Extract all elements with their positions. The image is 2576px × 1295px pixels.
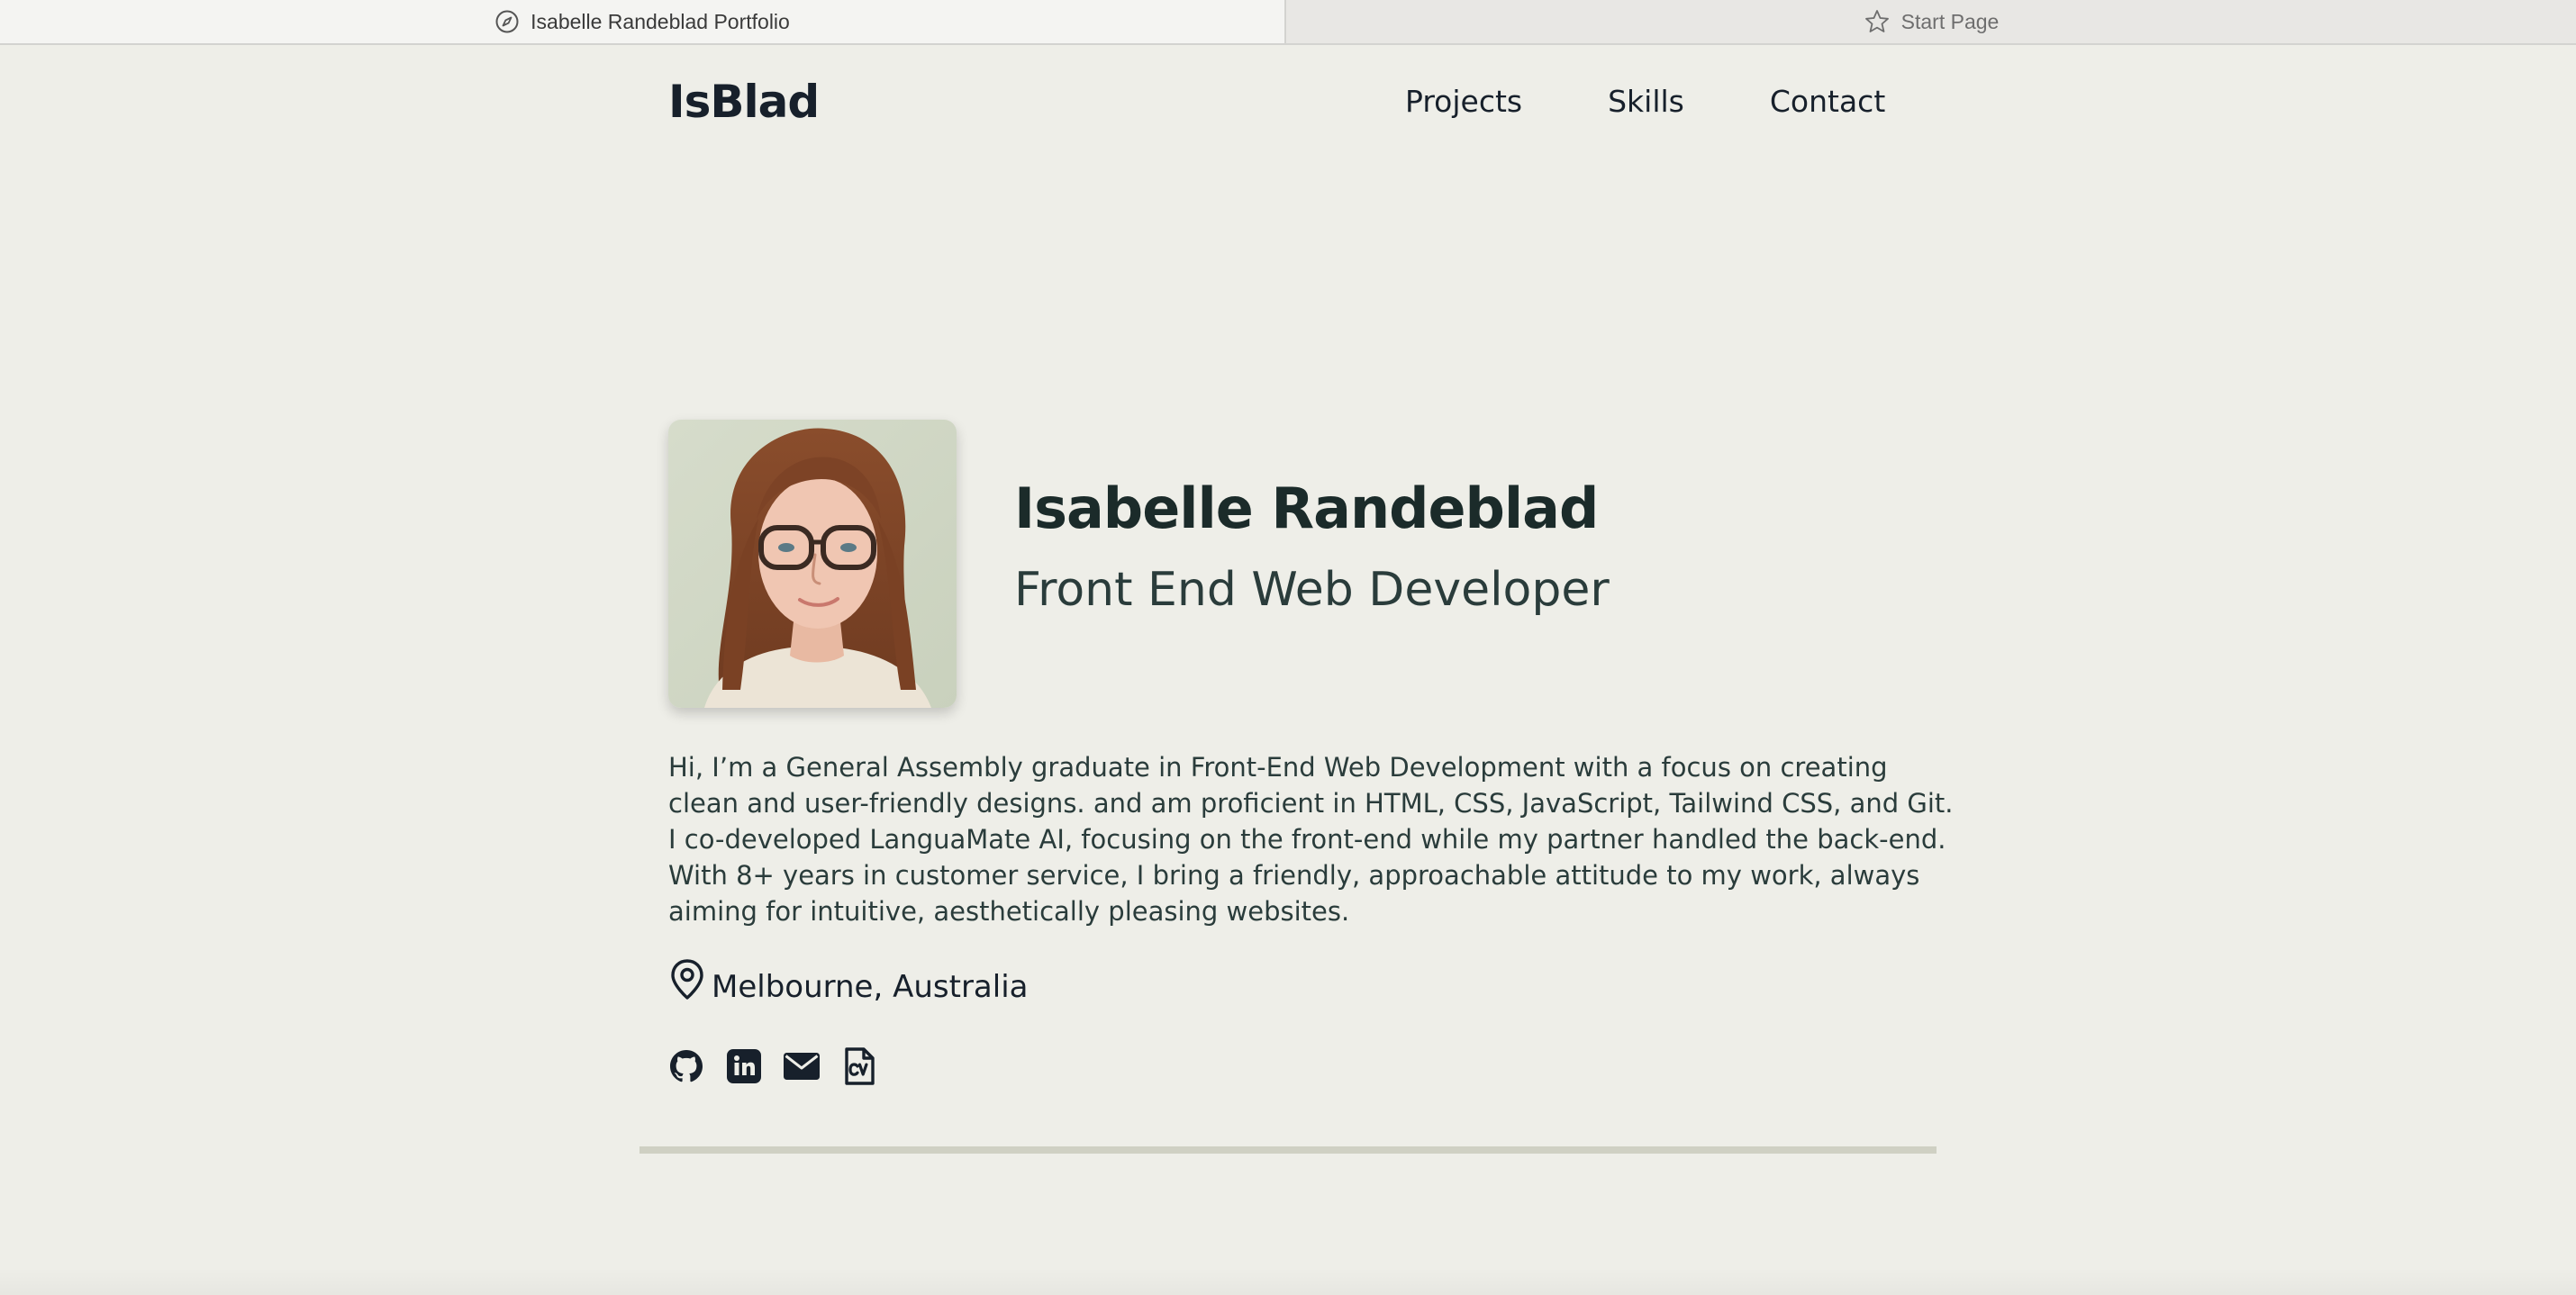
bio-line: With 8+ years in customer service, I bri… bbox=[668, 860, 1920, 891]
browser-tab-bar: Isabelle Randeblad Portfolio Start Page bbox=[0, 0, 2576, 45]
star-icon bbox=[1864, 8, 1891, 35]
map-pin-icon bbox=[668, 958, 706, 1005]
location-text: Melbourne, Australia bbox=[712, 969, 1029, 1005]
hero-bio: Hi, I’m a General Assembly graduate in F… bbox=[668, 749, 1954, 929]
tab-title: Start Page bbox=[1900, 9, 2000, 33]
tab-portfolio[interactable]: Isabelle Randeblad Portfolio bbox=[0, 0, 1286, 43]
nav-link-skills[interactable]: Skills bbox=[1608, 77, 1684, 127]
profile-photo bbox=[668, 420, 957, 708]
tab-title: Isabelle Randeblad Portfolio bbox=[531, 9, 790, 33]
email-icon bbox=[782, 1050, 821, 1082]
email-link[interactable] bbox=[784, 1047, 820, 1085]
compass-icon bbox=[494, 9, 520, 34]
cv-download-link[interactable] bbox=[841, 1047, 877, 1085]
nav-link-projects[interactable]: Projects bbox=[1405, 77, 1522, 127]
main-nav: Projects Skills Contact bbox=[1405, 77, 1885, 127]
github-link[interactable] bbox=[668, 1047, 704, 1085]
cv-file-icon bbox=[843, 1046, 875, 1086]
github-icon bbox=[667, 1047, 705, 1085]
site-logo[interactable]: IsBlad bbox=[668, 72, 820, 131]
hero-role: Front End Web Developer bbox=[1014, 563, 1610, 617]
bio-line: Hi, I’m a General Assembly graduate in F… bbox=[668, 752, 1888, 783]
location: Melbourne, Australia bbox=[668, 958, 1029, 1005]
bio-line: I co-developed LanguaMate AI, focusing o… bbox=[668, 824, 1946, 855]
nav-link-contact[interactable]: Contact bbox=[1770, 77, 1885, 127]
section-divider bbox=[639, 1146, 1937, 1154]
bio-line: clean and user-friendly designs. and am … bbox=[668, 788, 1954, 819]
bio-line: aiming for intuitive, aesthetically plea… bbox=[668, 896, 1350, 927]
linkedin-link[interactable] bbox=[726, 1047, 762, 1085]
social-links bbox=[668, 1047, 877, 1085]
tab-start-page[interactable]: Start Page bbox=[1286, 0, 2576, 43]
bottom-shadow bbox=[0, 1268, 2576, 1295]
linkedin-icon bbox=[725, 1047, 763, 1085]
hero-name: Isabelle Randeblad bbox=[1014, 475, 1599, 541]
